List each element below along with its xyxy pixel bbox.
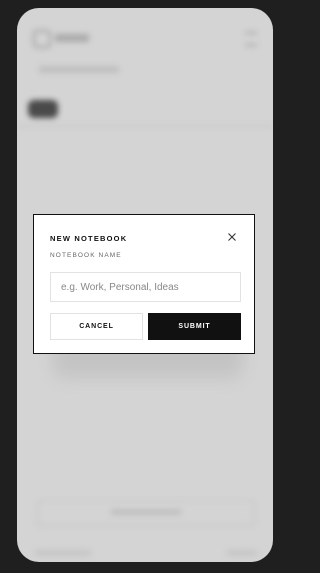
background-header: [17, 22, 273, 52]
background-footer-text: [35, 550, 91, 556]
close-icon[interactable]: [227, 232, 237, 242]
new-notebook-modal: NEW NOTEBOOK NOTEBOOK NAME CANCEL SUBMIT: [33, 214, 255, 354]
notebook-name-label: NOTEBOOK NAME: [50, 252, 122, 259]
modal-title: NEW NOTEBOOK: [50, 234, 128, 243]
background-footer-text-right: [227, 550, 257, 556]
submit-button[interactable]: SUBMIT: [148, 313, 241, 340]
background-breadcrumb: [39, 66, 119, 73]
background-filter-pill: [28, 100, 58, 118]
background-divider: [17, 126, 273, 127]
cancel-button[interactable]: CANCEL: [50, 313, 143, 340]
background-menu-icon: [245, 32, 257, 46]
background-title: [55, 34, 89, 42]
background-bottom-button: [37, 500, 255, 526]
background-logo-icon: [33, 30, 51, 48]
notebook-name-input[interactable]: [50, 272, 241, 302]
